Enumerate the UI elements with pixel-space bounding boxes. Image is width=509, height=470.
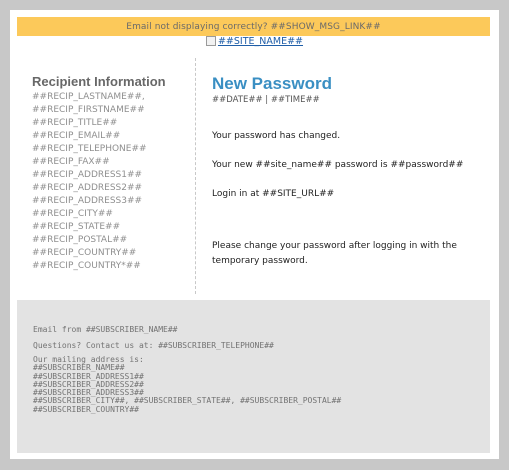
footer-address-block: Our mailing address is: ##SUBSCRIBER_NAM… — [33, 355, 341, 414]
column-divider — [195, 58, 196, 294]
recipient-field: ##RECIP_ADDRESS1## — [32, 170, 143, 180]
recipient-info-panel: Recipient Information ##RECIP_LASTNAME##… — [32, 74, 192, 273]
site-logo[interactable]: ##SITE_NAME## — [10, 36, 499, 47]
recipient-field: ##RECIP_STATE## — [32, 222, 121, 232]
email-footer: Email from ##SUBSCRIBER_NAME## Questions… — [17, 300, 490, 453]
password-changed-text: Your password has changed. — [212, 131, 341, 141]
footer-address-line: ##SUBSCRIBER_COUNTRY## — [33, 404, 139, 414]
change-password-note: Please change your password after loggin… — [212, 241, 457, 266]
recipient-field: ##RECIP_FAX## — [32, 157, 110, 167]
recipient-field: ##RECIP_COUNTRY*## — [32, 261, 141, 271]
email-card: Email not displaying correctly? ##SHOW_M… — [10, 10, 499, 459]
view-in-browser-banner[interactable]: Email not displaying correctly? ##SHOW_M… — [17, 17, 490, 36]
recipient-field: ##RECIP_CITY## — [32, 209, 113, 219]
footer-email-from: Email from ##SUBSCRIBER_NAME## — [33, 325, 178, 334]
recipient-field: ##RECIP_FIRSTNAME## — [32, 105, 145, 115]
recipient-heading: Recipient Information — [32, 74, 166, 89]
login-url-text: Login in at ##SITE_URL## — [212, 189, 335, 199]
recipient-field: ##RECIP_TELEPHONE## — [32, 144, 147, 154]
recipient-field: ##RECIP_EMAIL## — [32, 131, 121, 141]
new-password-text: Your new ##site_name## password is ##pas… — [212, 160, 464, 170]
recipient-field: ##RECIP_ADDRESS3## — [32, 196, 143, 206]
recipient-field: ##RECIP_ADDRESS2## — [32, 183, 143, 193]
message-datetime: ##DATE## | ##TIME## — [212, 95, 320, 105]
message-panel: New Password ##DATE## | ##TIME## Your pa… — [212, 74, 482, 266]
message-title: New Password — [212, 74, 332, 93]
recipient-field: ##RECIP_TITLE## — [32, 118, 118, 128]
recipient-field: ##RECIP_LASTNAME##, — [32, 92, 145, 102]
banner-text[interactable]: Email not displaying correctly? ##SHOW_M… — [126, 22, 380, 32]
recipient-field: ##RECIP_POSTAL## — [32, 235, 128, 245]
broken-image-icon — [205, 36, 216, 46]
recipient-field: ##RECIP_COUNTRY## — [32, 248, 137, 258]
site-logo-link[interactable]: ##SITE_NAME## — [205, 36, 304, 47]
footer-contact: Questions? Contact us at: ##SUBSCRIBER_T… — [33, 341, 274, 350]
site-logo-alt-text: ##SITE_NAME## — [217, 36, 304, 47]
